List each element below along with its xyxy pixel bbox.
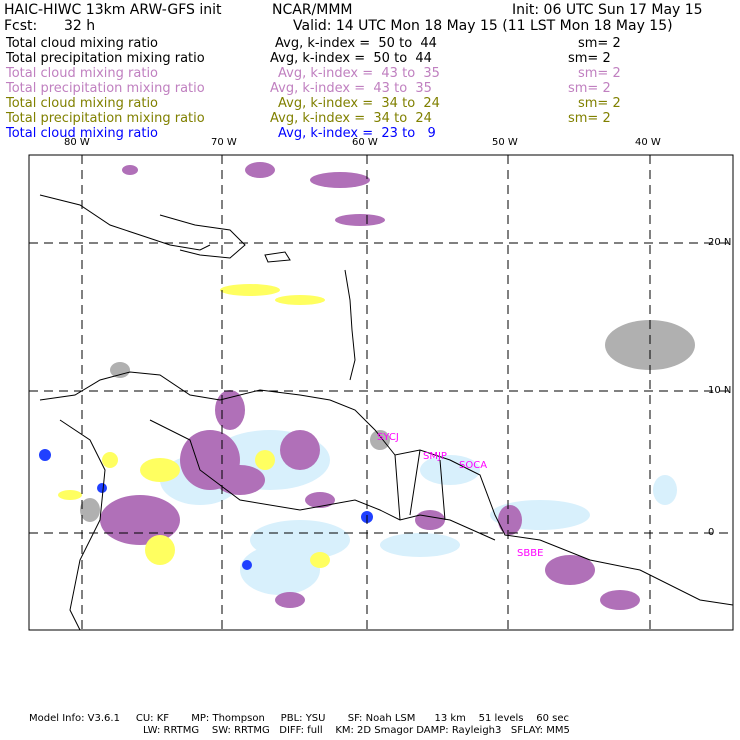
cloud-purple — [245, 162, 275, 178]
cloud-light — [653, 475, 677, 505]
cloud-purple — [122, 165, 138, 175]
precip-yellow — [310, 552, 330, 568]
cloud-purple — [310, 172, 370, 188]
station-label: SOCA — [459, 460, 488, 471]
lon-label-70w: 70 W — [211, 137, 237, 148]
cloud-purple — [335, 214, 385, 226]
model-info-line2: LW: RRTMG SW: RRTMG DIFF: full KM: 2D Sm… — [143, 725, 570, 736]
precip-yellow — [102, 452, 118, 468]
cloud-blue-core — [39, 449, 51, 461]
station-label: SMJP — [423, 451, 447, 462]
lat-label-10n: 10 N — [708, 385, 732, 396]
cloud-purple — [215, 390, 245, 430]
precip-yellow — [220, 284, 280, 296]
station-label: SYCJ — [377, 432, 399, 443]
cloud-purple — [280, 430, 320, 470]
precip-yellow — [58, 490, 82, 500]
cloud-light — [380, 533, 460, 557]
lon-label-80w: 80 W — [64, 137, 90, 148]
map-plot — [28, 154, 734, 631]
map-frame — [28, 154, 734, 631]
lat-label-0: 0 — [708, 527, 715, 538]
cloud-gray — [110, 362, 130, 378]
lon-label-60w: 60 W — [352, 137, 378, 148]
lon-label-50w: 50 W — [492, 137, 518, 148]
precip-yellow — [275, 295, 325, 305]
cloud-gray — [80, 498, 100, 522]
cloud-purple — [498, 505, 522, 535]
cloud-purple — [600, 590, 640, 610]
precip-yellow — [140, 458, 180, 482]
station-label: SBBE — [517, 548, 544, 559]
precip-yellow — [255, 450, 275, 470]
cloud-light — [240, 545, 320, 595]
cloud-purple — [305, 492, 335, 508]
precip-yellow — [145, 535, 175, 565]
lon-label-40w: 40 W — [635, 137, 661, 148]
lat-label-20n: 20 N — [708, 237, 732, 248]
model-info-line1: Model Info: V3.6.1 CU: KF MP: Thompson P… — [29, 713, 569, 724]
cloud-purple — [415, 510, 445, 530]
cloud-purple — [275, 592, 305, 608]
cloud-blue-core — [97, 483, 107, 493]
cloud-blue-core — [242, 560, 252, 570]
